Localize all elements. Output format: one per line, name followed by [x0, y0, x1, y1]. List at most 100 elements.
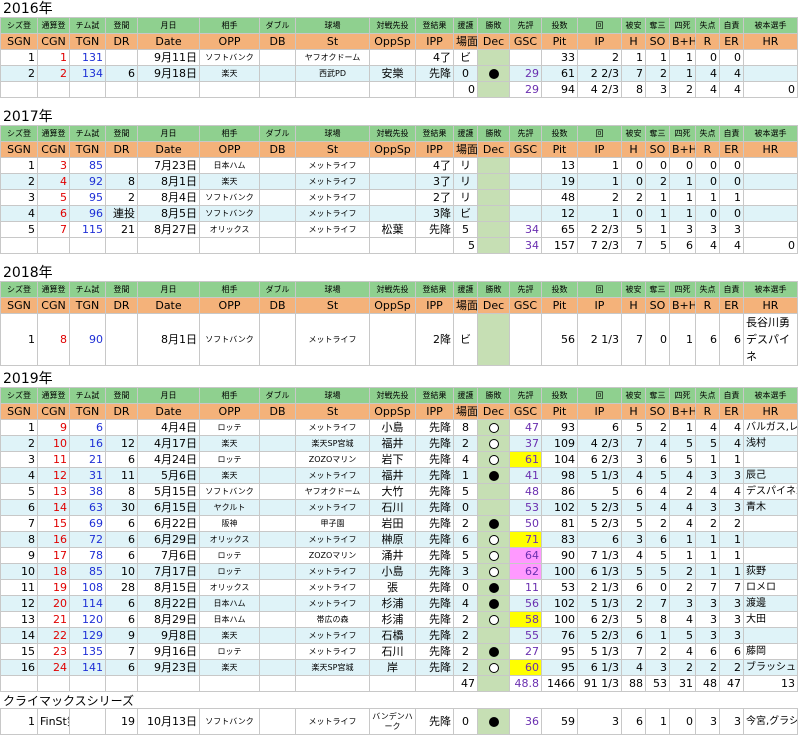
header-jp-12: 先評	[509, 17, 542, 34]
cell-oppsp	[369, 205, 416, 222]
header-en-16: SO	[645, 141, 670, 158]
cell-gsc: 29	[509, 65, 542, 82]
cell-cgn: 10	[37, 435, 70, 452]
header-en-5: OPP	[199, 403, 260, 420]
cell-cgn: 8	[37, 313, 70, 366]
total-cell	[295, 237, 370, 254]
cell-db	[259, 419, 296, 436]
header-jp-7: 球場	[295, 125, 370, 142]
cell-ipp: 先降	[415, 451, 454, 468]
stats-table: シズ登 通算登 チム試 登間 月日 相手 ダブル 球場 対戦先投 登結果 援護 勝敗 先評 投数回被安 奪三…	[0, 387, 798, 692]
cell-dr: 30	[105, 499, 138, 516]
header-en-9: IPP	[415, 403, 454, 420]
header-en-6: DB	[259, 297, 296, 314]
cell-h: 5	[621, 419, 646, 436]
cell-r: 3	[695, 499, 720, 516]
section-year-title: 2017年	[3, 109, 53, 125]
climax-cell: 36	[509, 708, 542, 735]
header-en-5: OPP	[199, 141, 260, 158]
cell-dr: 6	[105, 531, 138, 548]
cell-er: 1	[719, 189, 744, 206]
table-row: 4 12 31 11 5月6日 楽天 メットライフ 福井 先降 1 41 98 5 1/3 4 5 4 3 3 辰己	[0, 467, 798, 484]
header-jp-12: 先評	[509, 281, 542, 298]
header-en-9: IPP	[415, 297, 454, 314]
cell-h: 4	[621, 467, 646, 484]
cell-er: 4	[719, 483, 744, 500]
cell-pit: 81	[541, 515, 578, 532]
loss-mark-icon	[488, 646, 499, 657]
cell-tgn: 63	[69, 499, 106, 516]
climax-cell: 1	[0, 708, 38, 735]
cell-opp: 楽天	[199, 65, 260, 82]
cell-cgn: 1	[37, 49, 70, 66]
table-row: 12 20 114 6 8月22日 日本ハム メットライフ 杉浦 先降 4 56 102 5 1/3 2 7…	[0, 595, 798, 612]
cell-dec	[477, 467, 510, 484]
header-en-8: OppSp	[369, 141, 416, 158]
total-cell: 47	[719, 675, 744, 692]
cell-ip: 5 1/3	[577, 467, 622, 484]
cell-dec	[477, 499, 510, 516]
cell-er: 1	[719, 563, 744, 580]
cell-r: 5	[695, 435, 720, 452]
cell-date: 9月16日	[137, 643, 200, 660]
cell-sgn: 10	[0, 563, 38, 580]
header-jp-13: 投数	[541, 281, 578, 298]
cell-cgn: 3	[37, 157, 70, 174]
table-row: 1FinSt第４戦1910月13日ソフトバンクメットライフバンデンハーク先降03…	[0, 708, 798, 735]
header-en-14: IP	[577, 141, 622, 158]
cell-cgn: 9	[37, 419, 70, 436]
cell-hr	[743, 49, 798, 66]
climax-cell: メットライフ	[295, 708, 370, 735]
cell-so: 2	[645, 515, 670, 532]
cell-tgn: 129	[69, 627, 106, 644]
cell-oppsp: 大竹	[369, 483, 416, 500]
cell-gsc: 71	[509, 531, 542, 548]
header-jp-7: 球場	[295, 281, 370, 298]
cell-dec	[477, 595, 510, 612]
cell-cgn: 14	[37, 499, 70, 516]
cell-b-h: 4	[669, 643, 696, 660]
header-en-1: CGN	[37, 297, 70, 314]
cell-r: 1	[695, 189, 720, 206]
cell-st: メットライフ	[295, 157, 370, 174]
cell-pit: 100	[541, 611, 578, 628]
cell-er: 1	[719, 451, 744, 468]
cell-so: 5	[645, 467, 670, 484]
win-mark-icon	[488, 566, 499, 577]
cell-sgn: 12	[0, 595, 38, 612]
header-en-9: IPP	[415, 141, 454, 158]
header-jp-17: 四死	[669, 17, 696, 34]
cell-hr: 藤岡	[743, 643, 798, 660]
cell-cgn: 4	[37, 173, 70, 190]
table-row: 2 2 134 6 9月18日 楽天 西武PD 安樂 先降 0 29 61 2 2/3 7 2 1 4 4	[0, 65, 798, 82]
cell-h: 5	[621, 221, 646, 238]
cell--: 4	[453, 595, 478, 612]
cell-gsc	[509, 173, 542, 190]
cell-sgn: 9	[0, 547, 38, 564]
cell-dec	[477, 313, 510, 366]
cell-ipp: 先降	[415, 643, 454, 660]
cell-dec	[477, 65, 510, 82]
cell-h: 3	[621, 531, 646, 548]
header-jp-5: 相手	[199, 17, 260, 34]
cell-er: 3	[719, 221, 744, 238]
win-mark-icon	[488, 662, 499, 673]
cell-r: 1	[695, 547, 720, 564]
cell--: 2	[453, 611, 478, 628]
header-jp-11: 勝敗	[477, 125, 510, 142]
cell-st: 西武PD	[295, 65, 370, 82]
loss-mark-icon	[488, 518, 499, 529]
cell-oppsp: 福井	[369, 435, 416, 452]
cell-so: 2	[645, 419, 670, 436]
cell-so: 6	[645, 451, 670, 468]
win-mark-icon	[488, 438, 499, 449]
header-en-3: DR	[105, 141, 138, 158]
total-cell	[477, 675, 510, 692]
cell-so: 4	[645, 483, 670, 500]
cell-hr	[743, 451, 798, 468]
header-jp-5: 相手	[199, 125, 260, 142]
cell-sgn: 16	[0, 659, 38, 676]
cell-dr: 6	[105, 65, 138, 82]
header-en-16: SO	[645, 403, 670, 420]
pitching-log: 2016年 シズ登 通算登 チム試 登間 月日 相手 ダブル 球場 対戦先投 登結果 援護 勝敗 先評 投数…	[0, 0, 799, 737]
